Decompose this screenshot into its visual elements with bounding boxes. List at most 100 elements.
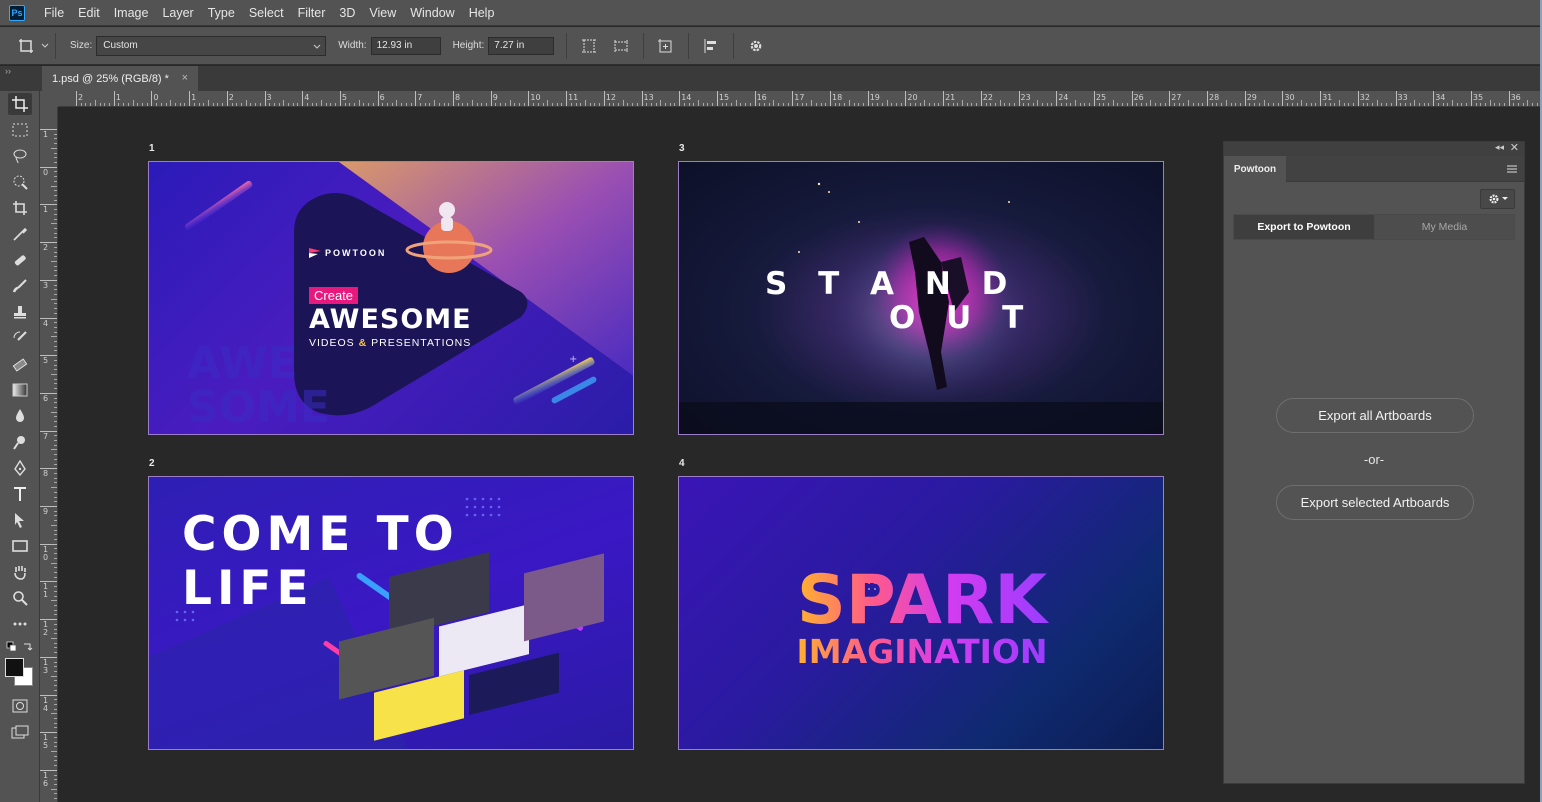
healing-brush-tool-icon[interactable] bbox=[8, 249, 32, 271]
gear-icon[interactable] bbox=[745, 35, 767, 57]
tab-export-to-powtoon[interactable]: Export to Powtoon bbox=[1233, 214, 1375, 240]
tab-my-media[interactable]: My Media bbox=[1374, 214, 1515, 240]
pen-tool-icon[interactable] bbox=[8, 457, 32, 479]
ruler-minor-tick bbox=[51, 751, 57, 753]
height-input[interactable]: 7.27 in bbox=[488, 36, 555, 55]
ruler-minor-tick bbox=[245, 100, 247, 106]
menu-type[interactable]: Type bbox=[201, 0, 242, 26]
brush-tool-icon[interactable] bbox=[8, 275, 32, 297]
ruler-tick bbox=[189, 91, 191, 106]
artboard-2[interactable]: COME TO LIFE bbox=[148, 476, 634, 750]
more-tools-icon[interactable] bbox=[8, 613, 32, 635]
ruler-tick bbox=[679, 91, 681, 106]
default-colors-icon[interactable] bbox=[6, 641, 36, 655]
ruler-minor-tick bbox=[396, 100, 398, 106]
artboard-tool-icon[interactable] bbox=[8, 93, 32, 115]
ruler-minor-tick bbox=[471, 100, 473, 106]
artboard-4[interactable]: SPARK IMAGINATION bbox=[678, 476, 1164, 750]
close-icon[interactable]: ✕ bbox=[1510, 141, 1519, 154]
add-artboard-icon[interactable] bbox=[655, 35, 677, 57]
clone-stamp-tool-icon[interactable] bbox=[8, 301, 32, 323]
rectangle-tool-icon[interactable] bbox=[8, 535, 32, 557]
path-selection-tool-icon[interactable] bbox=[8, 509, 32, 531]
menu-3d[interactable]: 3D bbox=[332, 0, 362, 26]
ruler-tick-label: 13 bbox=[43, 657, 49, 675]
horizontal-ruler[interactable]: 2 1 0 1 2 3 4 5 6 7 8 9 10 11 12 13 14 15 16 17 18 19 20 21 22 23… bbox=[58, 91, 1542, 107]
ruler-tick-label: 14 bbox=[681, 93, 692, 102]
ruler-tick-label: 8 bbox=[455, 93, 461, 102]
chevron-down-icon[interactable] bbox=[41, 43, 49, 49]
ruler-origin[interactable] bbox=[40, 91, 58, 107]
menu-bar: Ps File Edit Image Layer Type Select Fil… bbox=[0, 0, 1542, 26]
tab-powtoon[interactable]: Powtoon bbox=[1224, 156, 1286, 183]
artboard-label[interactable]: 1 bbox=[149, 143, 155, 154]
vertical-ruler[interactable]: 1 0 1 2 3 4 5 6 7 8 9 10 11 12 13 14 15 16 bbox=[40, 107, 58, 802]
foreground-color-swatch[interactable] bbox=[5, 658, 24, 677]
make-portrait-icon[interactable] bbox=[578, 35, 600, 57]
dodge-tool-icon[interactable] bbox=[8, 431, 32, 453]
screen-mode-icon[interactable] bbox=[8, 721, 32, 743]
ruler-tick-label: 2 bbox=[228, 93, 234, 102]
lasso-tool-icon[interactable] bbox=[8, 145, 32, 167]
menu-view[interactable]: View bbox=[362, 0, 403, 26]
blur-tool-icon[interactable] bbox=[8, 405, 32, 427]
out-text: O U T bbox=[889, 300, 1034, 336]
ruler-tick-label: 23 bbox=[1020, 93, 1031, 102]
artboard-label[interactable]: 4 bbox=[679, 458, 685, 469]
settings-button[interactable] bbox=[1480, 189, 1515, 209]
artboard-3[interactable]: S T A N D O U T bbox=[678, 161, 1164, 435]
menu-help[interactable]: Help bbox=[462, 0, 502, 26]
ruler-tick-label: 35 bbox=[1472, 93, 1484, 102]
menu-window[interactable]: Window bbox=[403, 0, 461, 26]
ruler-minor-tick bbox=[94, 100, 96, 106]
gradient-tool-icon[interactable] bbox=[8, 379, 32, 401]
ruler-tick bbox=[1244, 91, 1246, 106]
collapse-icon[interactable]: ›› bbox=[5, 66, 11, 76]
document-tab[interactable]: 1.psd @ 25% (RGB/8) * × bbox=[42, 66, 198, 91]
panel-menu-icon[interactable] bbox=[1506, 164, 1518, 174]
crop-tool-icon[interactable] bbox=[8, 197, 32, 219]
close-icon[interactable]: × bbox=[182, 72, 188, 84]
zoom-tool-icon[interactable] bbox=[8, 587, 32, 609]
width-input[interactable]: 12.93 in bbox=[370, 36, 441, 55]
artboard-label[interactable]: 2 bbox=[149, 458, 155, 469]
quick-selection-tool-icon[interactable] bbox=[8, 171, 32, 193]
menu-select[interactable]: Select bbox=[242, 0, 291, 26]
ruler-minor-tick bbox=[51, 223, 57, 225]
type-tool-icon[interactable] bbox=[8, 483, 32, 505]
menu-file[interactable]: File bbox=[37, 0, 71, 26]
ruler-tick bbox=[302, 91, 304, 106]
marquee-tool-icon[interactable] bbox=[8, 119, 32, 141]
export-selected-artboards-button[interactable]: Export selected Artboards bbox=[1276, 485, 1474, 520]
menu-layer[interactable]: Layer bbox=[155, 0, 200, 26]
quick-mask-icon[interactable] bbox=[8, 695, 32, 717]
eraser-tool-icon[interactable] bbox=[8, 353, 32, 375]
menu-edit[interactable]: Edit bbox=[71, 0, 107, 26]
eyedropper-tool-icon[interactable] bbox=[8, 223, 32, 245]
hand-tool-icon[interactable] bbox=[8, 561, 32, 583]
ruler-minor-tick bbox=[622, 100, 624, 106]
subline-amp: & bbox=[358, 337, 368, 349]
align-icon[interactable] bbox=[700, 35, 722, 57]
artboard-1[interactable]: + AWE SOME POWTOON Create AWESOME VIDEOS… bbox=[148, 161, 634, 435]
ruler-minor-tick bbox=[51, 298, 57, 300]
artboard-label[interactable]: 3 bbox=[679, 143, 685, 154]
ruler-tick bbox=[1093, 91, 1095, 106]
ruler-tick bbox=[415, 91, 417, 106]
menu-image[interactable]: Image bbox=[107, 0, 156, 26]
menu-filter[interactable]: Filter bbox=[291, 0, 333, 26]
export-all-artboards-button[interactable]: Export all Artboards bbox=[1276, 398, 1474, 433]
history-brush-tool-icon[interactable] bbox=[8, 327, 32, 349]
ruler-tick-label: 5 bbox=[43, 356, 49, 366]
artboard-tool-preset-icon[interactable] bbox=[16, 35, 38, 57]
subline: VIDEOS & PRESENTATIONS bbox=[309, 337, 471, 349]
color-swatches[interactable] bbox=[5, 658, 35, 688]
ruler-tick bbox=[754, 91, 756, 106]
ruler-tick-label: 15 bbox=[43, 733, 49, 751]
make-landscape-icon[interactable] bbox=[610, 35, 632, 57]
ruler-tick bbox=[264, 91, 266, 106]
size-select[interactable]: Custom bbox=[96, 35, 327, 56]
photoshop-logo-icon[interactable]: Ps bbox=[9, 4, 25, 21]
collapse-panel-icon[interactable]: ◂◂ bbox=[1495, 142, 1504, 153]
ruler-tick bbox=[339, 91, 341, 106]
